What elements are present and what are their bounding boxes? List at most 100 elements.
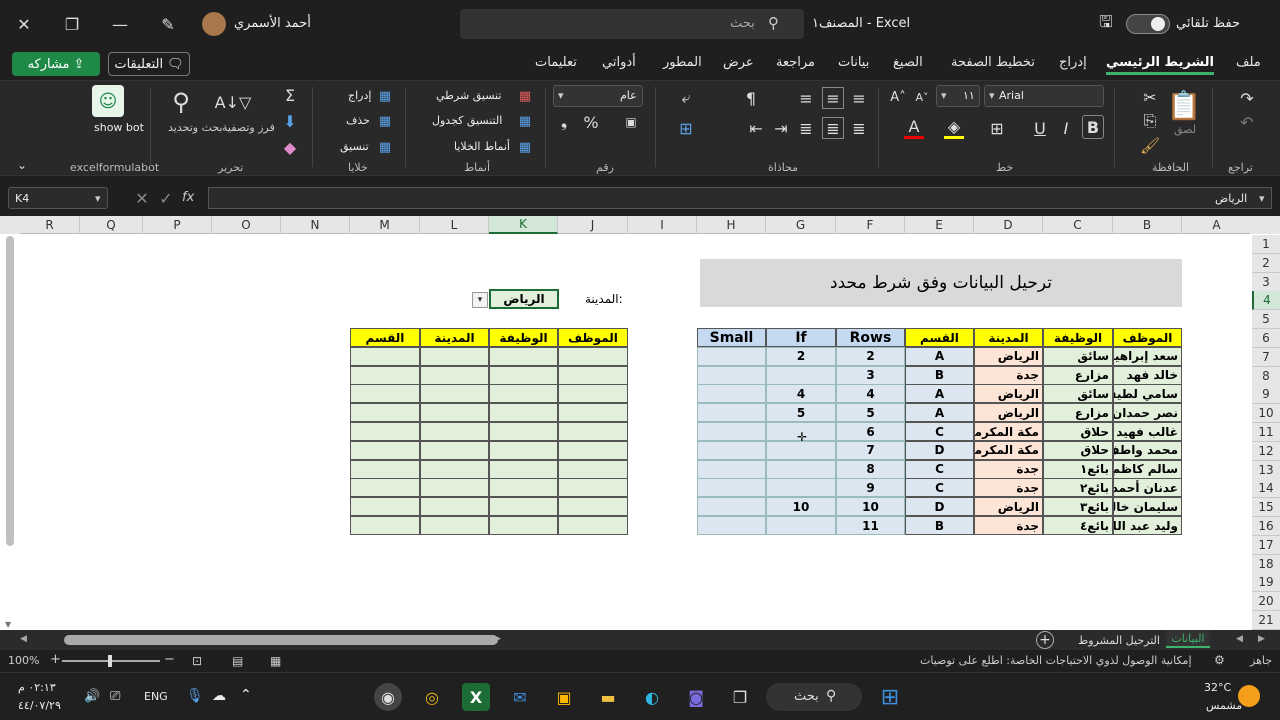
horizontal-scrollbar[interactable] [64,635,498,645]
autosum-icon[interactable]: Σ [280,85,300,105]
start-icon[interactable]: ⊞ [876,683,904,711]
currency-icon[interactable]: ▣ [620,113,642,131]
left-table-cell-job[interactable]: حلاق [1043,440,1113,460]
right-table-cell-job[interactable] [489,497,558,517]
left-table-cell-city[interactable]: الرياض [974,346,1043,366]
right-table-cell-employee[interactable] [558,497,628,517]
menu-file[interactable]: ملف [1236,55,1261,70]
right-table-cell-employee[interactable] [558,478,628,498]
page-layout-view-icon[interactable]: ▤ [232,654,243,668]
left-table-cell-small[interactable] [697,403,766,423]
font-name-select[interactable]: Arial ▾ [984,85,1104,107]
fill-color-icon[interactable]: ◈ [944,117,964,139]
left-table-cell-city[interactable]: الرياض [974,403,1043,423]
left-table-cell-employee[interactable]: غالب فهيد [1113,422,1182,441]
right-table-cell-dept[interactable] [350,497,420,517]
cancel-icon[interactable]: ✕ [132,188,152,208]
left-table-header-job[interactable]: الوظيفة [1043,328,1113,347]
left-table-cell-small[interactable] [697,384,766,404]
right-table-cell-dept[interactable] [350,346,420,366]
left-table-cell-dept[interactable]: A [905,346,974,366]
rtl-icon[interactable]: ¶ [740,87,762,109]
column-header-R[interactable]: R [20,216,80,234]
right-table-header-dept[interactable]: القسم [350,328,420,347]
menu-page-layout[interactable]: تخطيط الصفحة [951,55,1035,70]
right-table-cell-employee[interactable] [558,459,628,479]
format-table-button[interactable]: التنسيق كجدول [432,114,502,127]
find-icon[interactable]: ⚲ [166,87,196,117]
left-table-header-dept[interactable]: القسم [905,328,974,347]
decrease-font-icon[interactable]: A˅ [912,87,932,107]
left-table-cell-rows[interactable]: 6 [836,422,905,441]
right-table-cell-city[interactable] [420,365,489,385]
right-table-cell-employee[interactable] [558,516,628,535]
obs-icon[interactable]: ◉ [374,683,402,711]
bold-icon[interactable]: B [1082,115,1104,139]
percent-icon[interactable]: % [580,111,602,133]
column-header-Q[interactable]: Q [80,216,143,234]
left-table-cell-employee[interactable]: عدنان أحمد [1113,478,1182,498]
right-table-cell-job[interactable] [489,346,558,366]
task-view-icon[interactable]: ❐ [726,683,754,711]
formula-input[interactable]: الرياض ▾ [208,187,1272,209]
select-all[interactable] [1250,216,1280,234]
row-header-8[interactable]: 8 [1252,366,1280,386]
left-table-cell-dept[interactable]: A [905,384,974,404]
paste-label[interactable]: لصق [1174,123,1196,136]
right-table-cell-dept[interactable] [350,384,420,404]
column-header-A[interactable]: A [1182,216,1252,234]
left-table-cell-job[interactable]: بائع٤ [1043,516,1113,535]
tab-data[interactable]: البيانات [1166,630,1210,648]
taskbar-search[interactable]: بحث ⚲ [766,683,862,711]
right-table-header-job[interactable]: الوظيفة [489,328,558,347]
left-table-cell-small[interactable] [697,459,766,479]
left-table-header-small[interactable]: Small [697,328,766,347]
left-table-cell-if[interactable] [766,478,836,498]
column-header-J[interactable]: J [558,216,628,234]
accessibility-status[interactable]: إمكانية الوصول لذوي الاحتياجات الخاصة: ا… [920,654,1192,667]
column-header-F[interactable]: F [836,216,905,234]
left-table-cell-rows[interactable]: 3 [836,365,905,385]
explorer-icon[interactable]: ▬ [594,683,622,711]
column-header-G[interactable]: G [766,216,836,234]
comments-button[interactable]: التعليقات 🗨 [108,52,190,76]
share-button[interactable]: مشاركه ⇪ [12,52,100,76]
menu-help[interactable]: تعليمات [535,55,577,70]
left-table-cell-small[interactable] [697,440,766,460]
left-table-cell-job[interactable]: سائق [1043,346,1113,366]
right-table-cell-job[interactable] [489,365,558,385]
column-header-L[interactable]: L [420,216,489,234]
left-table-cell-dept[interactable]: C [905,478,974,498]
row-header-2[interactable]: 2 [1252,253,1280,273]
menu-review[interactable]: مراجعة [776,55,815,70]
page-break-view-icon[interactable]: ⊡ [192,654,202,668]
chrome-icon[interactable]: ◎ [418,683,446,711]
right-table-cell-job[interactable] [489,478,558,498]
language-indicator[interactable]: ENG [144,690,168,703]
column-header-B[interactable]: B [1113,216,1182,234]
conditional-format-button[interactable]: تنسيق شرطي [436,89,501,102]
right-table-cell-city[interactable] [420,403,489,423]
row-header-16[interactable]: 16 [1252,517,1280,536]
right-table-cell-city[interactable] [420,440,489,460]
underline-icon[interactable]: U [1030,117,1050,139]
column-header-M[interactable]: M [350,216,420,234]
right-table-cell-dept[interactable] [350,459,420,479]
right-table-cell-dept[interactable] [350,403,420,423]
enter-icon[interactable]: ✓ [156,188,176,208]
find-select-label[interactable]: بحث وتحديد [168,121,223,134]
city-value-cell[interactable]: الرياض [489,289,559,309]
bottom-align-icon[interactable]: ≡ [848,87,870,109]
left-table-header-city[interactable]: المدينة [974,328,1043,347]
collapse-ribbon-icon[interactable]: ⌄ [14,157,30,173]
zoom-in-icon[interactable]: + [50,652,61,667]
right-table-cell-city[interactable] [420,516,489,535]
sun-icon[interactable] [1238,685,1260,707]
right-table-cell-dept[interactable] [350,365,420,385]
right-table-cell-employee[interactable] [558,403,628,423]
left-table-cell-dept[interactable]: C [905,422,974,441]
font-size-select[interactable]: ١١ ▾ [936,85,980,107]
save-icon[interactable]: 🖫 [1094,12,1118,36]
row-header-19[interactable]: 19 [1252,573,1280,593]
row-header-10[interactable]: 10 [1252,404,1280,424]
